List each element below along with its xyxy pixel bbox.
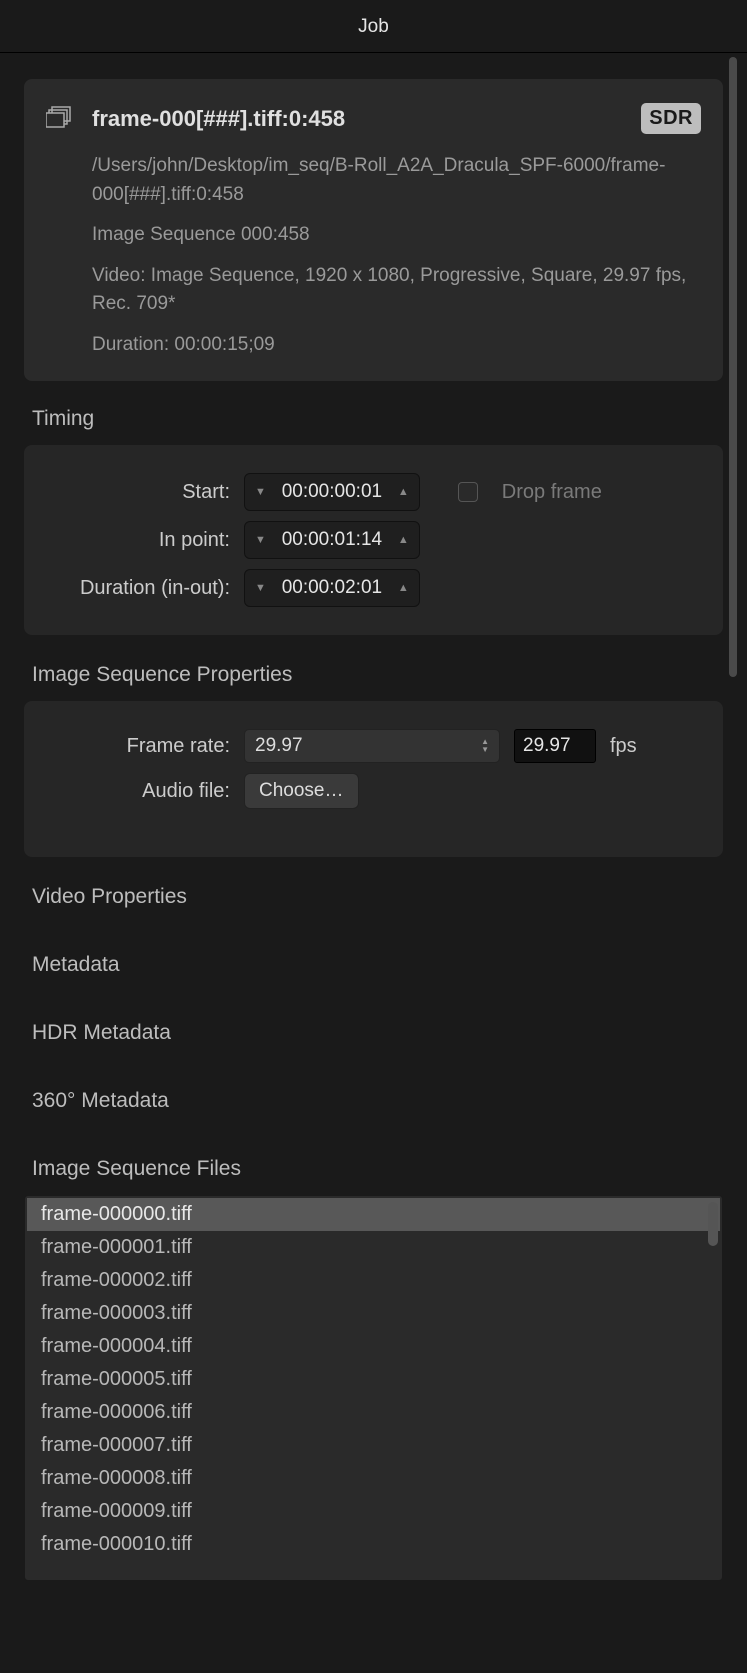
start-label: Start: (46, 481, 230, 504)
job-info-card: frame-000[###].tiff:0:458 SDR /Users/joh… (24, 79, 723, 381)
start-stepper[interactable]: ▼ 00:00:00:01 ▲ (244, 473, 420, 511)
section-360-metadata-header[interactable]: 360° Metadata (32, 1089, 723, 1113)
file-item[interactable]: frame-000007.tiff (27, 1429, 720, 1462)
frame-rate-select[interactable]: 29.97 ▲▼ (244, 729, 500, 763)
file-item[interactable]: frame-000009.tiff (27, 1495, 720, 1528)
file-item[interactable]: frame-000001.tiff (27, 1231, 720, 1264)
frame-rate-label: Frame rate: (46, 735, 230, 758)
section-image-sequence-properties-header: Image Sequence Properties (32, 663, 723, 687)
chevron-down-icon[interactable]: ▼ (255, 486, 266, 498)
fps-unit: fps (610, 735, 637, 758)
sdr-badge: SDR (641, 103, 701, 134)
timing-panel: Start: ▼ 00:00:00:01 ▲ Drop frame In poi… (24, 445, 723, 635)
job-path: /Users/john/Desktop/im_seq/B-Roll_A2A_Dr… (92, 152, 701, 209)
file-item[interactable]: frame-000005.tiff (27, 1363, 720, 1396)
image-sequence-icon (46, 105, 74, 131)
section-image-sequence-files-header: Image Sequence Files (32, 1157, 723, 1181)
chevron-up-icon[interactable]: ▲ (398, 534, 409, 546)
chevron-up-icon[interactable]: ▲ (398, 486, 409, 498)
drop-frame-label: Drop frame (502, 481, 602, 504)
section-timing-header: Timing (32, 407, 723, 431)
chevron-down-icon[interactable]: ▼ (255, 534, 266, 546)
job-sequence: Image Sequence 000:458 (92, 221, 701, 250)
panel-scrollbar-thumb[interactable] (729, 57, 737, 677)
drop-frame-checkbox[interactable] (458, 482, 478, 502)
file-item[interactable]: frame-000000.tiff (27, 1198, 720, 1231)
image-sequence-properties-panel: Frame rate: 29.97 ▲▼ fps Audio file: Cho… (24, 701, 723, 857)
frame-rate-input[interactable] (514, 729, 596, 763)
duration-value[interactable]: 00:00:02:01 (276, 577, 388, 599)
file-item[interactable]: frame-000003.tiff (27, 1297, 720, 1330)
frame-rate-select-value: 29.97 (255, 735, 303, 757)
panel-scrollbar-track[interactable] (729, 57, 737, 1647)
file-item[interactable]: frame-000002.tiff (27, 1264, 720, 1297)
file-item[interactable]: frame-000006.tiff (27, 1396, 720, 1429)
in-point-stepper[interactable]: ▼ 00:00:01:14 ▲ (244, 521, 420, 559)
start-value[interactable]: 00:00:00:01 (276, 481, 388, 503)
chevron-down-icon[interactable]: ▼ (255, 582, 266, 594)
audio-file-label: Audio file: (46, 780, 230, 803)
choose-audio-button[interactable]: Choose… (244, 773, 359, 809)
job-duration: Duration: 00:00:15;09 (92, 331, 701, 360)
chevron-up-icon[interactable]: ▲ (398, 582, 409, 594)
job-video-info: Video: Image Sequence, 1920 x 1080, Prog… (92, 262, 701, 319)
select-arrows-icon: ▲▼ (481, 738, 489, 754)
file-list-scrollbar-thumb[interactable] (708, 1202, 718, 1246)
duration-label: Duration (in-out): (46, 577, 230, 600)
window-title: Job (0, 0, 747, 53)
job-filename: frame-000[###].tiff:0:458 (92, 106, 345, 132)
duration-stepper[interactable]: ▼ 00:00:02:01 ▲ (244, 569, 420, 607)
file-item[interactable]: frame-000004.tiff (27, 1330, 720, 1363)
in-point-label: In point: (46, 529, 230, 552)
section-metadata-header[interactable]: Metadata (32, 953, 723, 977)
file-item[interactable]: frame-000010.tiff (27, 1528, 720, 1561)
file-item[interactable]: frame-000008.tiff (27, 1462, 720, 1495)
in-point-value[interactable]: 00:00:01:14 (276, 529, 388, 551)
image-sequence-files-list[interactable]: frame-000000.tiffframe-000001.tiffframe-… (24, 1195, 723, 1581)
section-hdr-metadata-header[interactable]: HDR Metadata (32, 1021, 723, 1045)
section-video-properties-header[interactable]: Video Properties (32, 885, 723, 909)
